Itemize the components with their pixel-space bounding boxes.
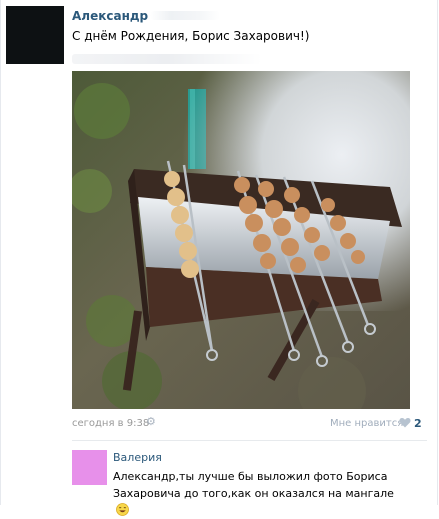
author-avatar[interactable] <box>6 6 64 64</box>
comment-text: Александр,ты лучше бы выложил фото Борис… <box>113 468 403 519</box>
comment-avatar[interactable] <box>72 450 107 485</box>
right-border <box>437 0 438 505</box>
like-count[interactable]: 2 <box>414 417 422 430</box>
like-button[interactable]: Мне нравится <box>330 418 403 429</box>
post-text: С днём Рождения, Борис Захарович!) <box>72 29 310 43</box>
left-border <box>0 0 1 505</box>
redacted-name <box>150 11 220 20</box>
post-timestamp[interactable]: сегодня в 9:38 <box>72 418 149 429</box>
post-photo[interactable] <box>72 71 410 409</box>
gear-icon[interactable]: ⚙ <box>146 416 158 428</box>
divider <box>72 440 427 441</box>
heart-icon[interactable] <box>399 417 411 428</box>
faded-caption <box>72 54 262 64</box>
comment-author-link[interactable]: Валерия <box>113 451 162 464</box>
post-author-link[interactable]: Александр <box>72 9 148 23</box>
comment-text-content: Александр,ты лучше бы выложил фото Борис… <box>113 470 394 500</box>
